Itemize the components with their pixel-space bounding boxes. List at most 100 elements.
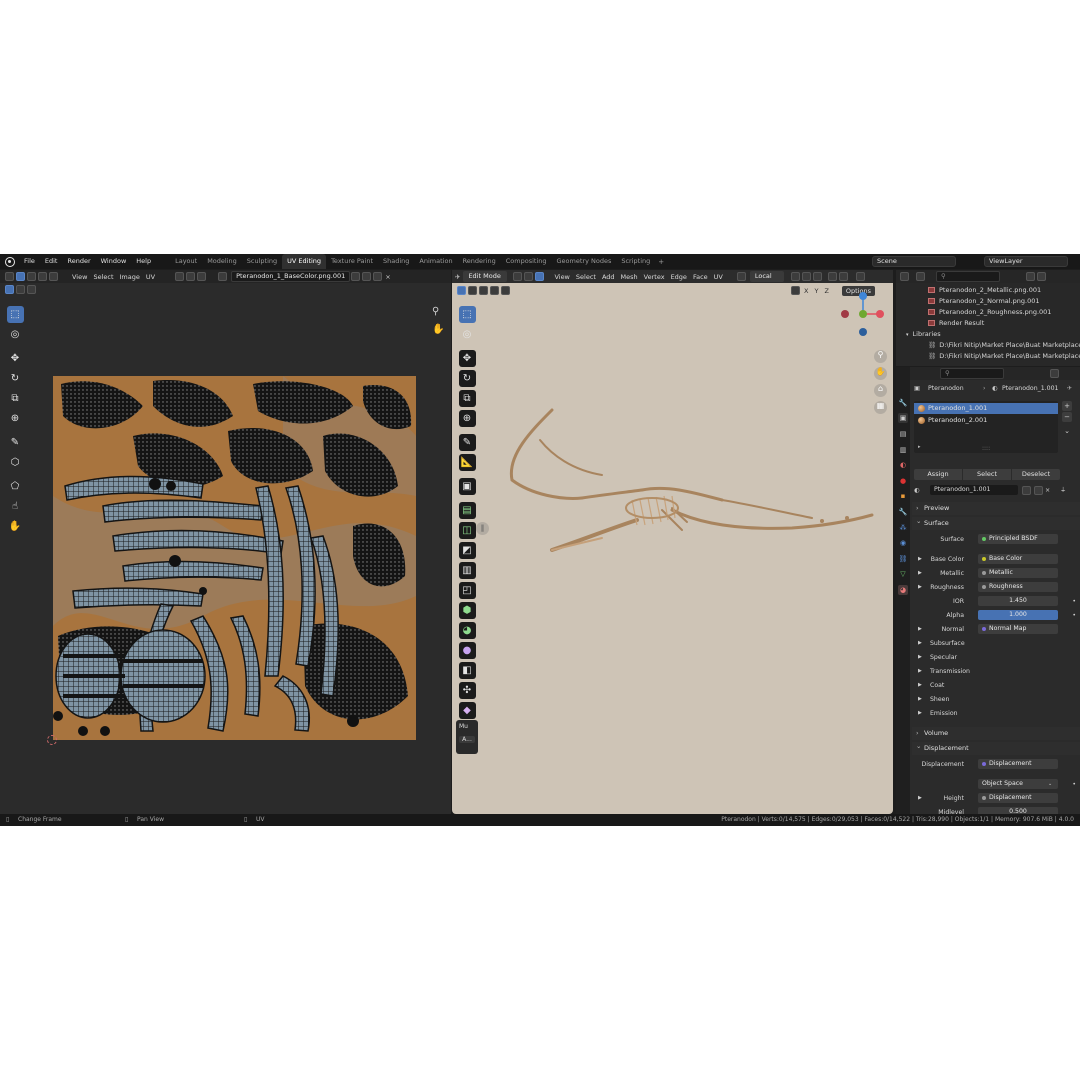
proportional-icon[interactable] [827, 272, 837, 281]
options-icon[interactable] [1050, 369, 1059, 378]
cursor-tool-icon[interactable]: ◎ [7, 326, 24, 343]
constraints-tab-icon[interactable]: ⛓ [898, 554, 908, 564]
relax-tool-icon[interactable]: ⬠ [7, 478, 24, 495]
vp-menu-view[interactable]: View [554, 273, 569, 281]
material-tab-icon[interactable]: ◕ [898, 584, 908, 595]
base-color-field[interactable]: Base Color [978, 554, 1058, 564]
edge-slide-tool-icon[interactable]: ◧ [458, 661, 476, 679]
rip-tool-icon[interactable]: ✋ [7, 518, 24, 535]
world-tab-icon[interactable]: ● [898, 476, 908, 486]
select-extend-icon[interactable] [16, 285, 25, 294]
editor-type-icon[interactable] [5, 272, 14, 281]
menu-edit[interactable]: Edit [40, 254, 63, 269]
vp-transform-tool-icon[interactable]: ⊕ [458, 409, 476, 427]
menu-render[interactable]: Render [62, 254, 95, 269]
add-cube-tool-icon[interactable]: ▣ [458, 477, 476, 495]
vp-menu-vertex[interactable]: Vertex [644, 273, 665, 281]
material-unlink-icon[interactable]: × [1045, 485, 1050, 496]
expand-arrow-icon[interactable]: ▶ [918, 554, 922, 565]
vertex-select-icon[interactable] [27, 272, 36, 281]
keyframe-icon[interactable]: • [1072, 610, 1076, 621]
pivot-icon[interactable] [175, 272, 185, 281]
vp-cursor-tool-icon[interactable]: ◎ [459, 326, 476, 343]
axis-y-toggle[interactable]: Y [814, 287, 818, 295]
preview-section[interactable]: Preview [912, 502, 1080, 515]
uv-editor[interactable]: View Select Image UV Pteranodon_1_BaseCo… [0, 270, 451, 814]
node-link-icon[interactable]: ⏚ [1060, 485, 1066, 496]
new-collection-icon[interactable] [1037, 272, 1046, 281]
snapping-icon[interactable] [801, 272, 811, 281]
proportional-edit-icon[interactable] [197, 272, 207, 281]
scene-selector[interactable]: Scene [872, 256, 956, 267]
vp-select-subtract-icon[interactable] [479, 286, 488, 295]
tab-compositing[interactable]: Compositing [501, 254, 552, 269]
camera-view-icon[interactable]: ⌂ [874, 384, 887, 397]
height-field[interactable]: Displacement [978, 793, 1058, 803]
properties-search-input[interactable]: ⚲ [940, 368, 1004, 379]
menu-help[interactable]: Help [131, 254, 156, 269]
falloff-icon[interactable] [838, 272, 848, 281]
face-mode-icon[interactable] [535, 272, 545, 281]
pan-hand-icon[interactable]: ✋ [432, 324, 444, 335]
snap-target-icon[interactable] [812, 272, 822, 281]
tab-sculpting[interactable]: Sculpting [242, 254, 282, 269]
vp-menu-mesh[interactable]: Mesh [621, 273, 638, 281]
pin-properties-icon[interactable]: ✈ [1067, 383, 1072, 394]
vp-menu-uv[interactable]: UV [714, 273, 723, 281]
tool-tab-icon[interactable]: 🔧 [898, 398, 908, 408]
render-tab-icon[interactable]: ▣ [898, 413, 908, 424]
tab-uv-editing[interactable]: UV Editing [282, 254, 327, 269]
extrude-tool-icon[interactable]: ▤ [458, 501, 476, 519]
outliner-type-icon[interactable] [900, 272, 909, 281]
uv-menu-uv[interactable]: UV [146, 273, 155, 281]
metallic-field[interactable]: Metallic [978, 568, 1058, 578]
displacement-section[interactable]: Displacement [912, 740, 1080, 755]
ior-field[interactable]: 1.450 [978, 596, 1058, 606]
display-mode-icon[interactable] [916, 272, 925, 281]
image-name-field[interactable]: Pteranodon_1_BaseColor.png.001 [231, 271, 351, 282]
vp-pan-icon[interactable]: ✋ [874, 367, 887, 380]
vp-menu-add[interactable]: Add [602, 273, 615, 281]
material-fake-user-icon[interactable] [1022, 486, 1031, 495]
expand-arrow-icon[interactable]: ▶ [918, 793, 922, 804]
deselect-button[interactable]: Deselect [1012, 469, 1060, 480]
transform-tool-icon[interactable]: ⊕ [7, 410, 24, 427]
edge-mode-icon[interactable] [524, 272, 534, 281]
add-workspace-button[interactable]: + [655, 258, 667, 266]
outliner[interactable]: ⚲ Pteranodon_2_Metallic.png.001 Pteranod… [896, 270, 1080, 366]
subpanel-sheen[interactable]: ▶ Sheen [912, 694, 1076, 705]
view-layer-selector[interactable]: ViewLayer [984, 256, 1068, 267]
uv-menu-view[interactable]: View [72, 273, 87, 281]
scale-tool-icon[interactable]: ⧉ [7, 390, 24, 407]
vp-select-intersect-icon[interactable] [501, 286, 510, 295]
displacement-field[interactable]: Displacement [978, 759, 1058, 769]
navigation-gizmo[interactable] [840, 288, 890, 338]
uv-texture-canvas[interactable] [53, 376, 416, 740]
view-layer-tab-icon[interactable]: ▥ [898, 445, 908, 455]
vp-menu-select[interactable]: Select [576, 273, 596, 281]
snap-icon[interactable] [186, 272, 196, 281]
menu-window[interactable]: Window [96, 254, 132, 269]
loop-cut-tool-icon[interactable]: ▥ [458, 561, 476, 579]
subpanel-emission[interactable]: ▶ Emission [912, 708, 1076, 719]
sidebar-toggle-icon[interactable]: ‖ [476, 522, 489, 535]
axis-x-toggle[interactable]: X [804, 287, 808, 295]
material-slot[interactable]: Pteranodon_1.001 [914, 403, 1058, 414]
subpanel-specular[interactable]: ▶ Specular [912, 652, 1076, 663]
expand-arrow-icon[interactable]: ▶ [918, 568, 922, 579]
menu-file[interactable]: File [19, 254, 40, 269]
vp-select-tool-icon[interactable]: ⬚ [458, 305, 476, 323]
library-path-row[interactable]: ⛓ D:\Fikri Nitip\Market Place\Buat Market… [896, 340, 1080, 351]
list-collapse-icon[interactable]: ▸ [918, 444, 921, 450]
surface-shader-field[interactable]: Principled BSDF [978, 534, 1058, 544]
pivot-point-icon[interactable] [790, 272, 800, 281]
uv-sync-icon[interactable] [16, 272, 25, 281]
library-path-row[interactable]: ⛓ D:\Fikri Nitip\Market Place\Buat Market… [896, 351, 1080, 362]
data-tab-icon[interactable]: ▽ [898, 569, 908, 579]
object-tab-icon[interactable]: ▪ [898, 491, 908, 501]
smooth-tool-icon[interactable]: ● [458, 641, 476, 659]
vp-menu-edge[interactable]: Edge [671, 273, 687, 281]
tab-layout[interactable]: Layout [170, 254, 202, 269]
vp-scale-tool-icon[interactable]: ⧉ [458, 389, 476, 407]
vp-select-invert-icon[interactable] [490, 286, 499, 295]
